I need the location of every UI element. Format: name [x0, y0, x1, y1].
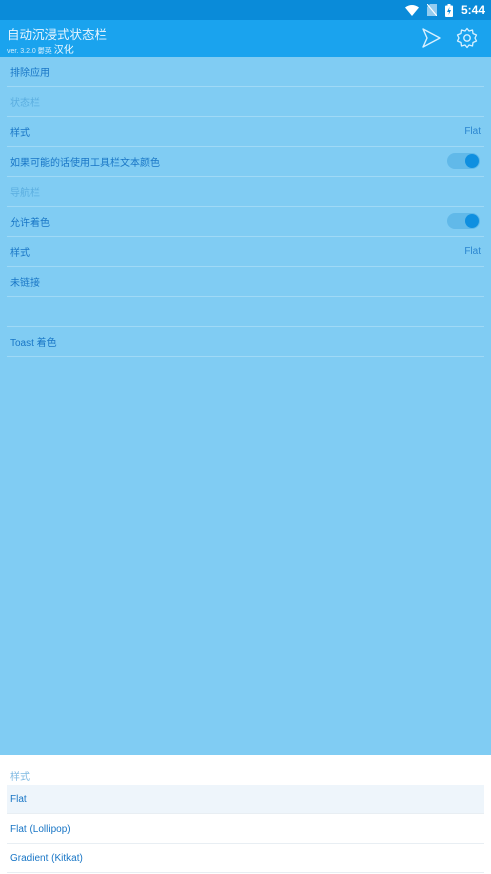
play-icon[interactable]: [419, 26, 443, 50]
allow-tint-toggle[interactable]: [447, 213, 480, 229]
toast-tint-label: Toast 着色: [10, 338, 57, 349]
no-sim-icon: [426, 4, 437, 16]
exclude-apps-label: 排除应用: [10, 68, 50, 79]
option-label: Flat (Lollipop): [10, 823, 71, 835]
allow-tint-item[interactable]: 允许着色: [7, 207, 484, 237]
nav-bar-section-header: 导航栏: [7, 177, 484, 207]
clock: 5:44: [460, 3, 485, 17]
wifi-icon: [404, 4, 419, 16]
gear-icon[interactable]: [455, 26, 479, 50]
style-option-flat[interactable]: Flat: [7, 785, 484, 814]
nav-style-value: Flat: [464, 246, 481, 257]
status-style-value: Flat: [464, 126, 481, 137]
option-label: Gradient (Kitkat): [10, 852, 83, 864]
list-spacer: [7, 297, 484, 327]
battery-icon: [444, 3, 453, 17]
toolbar-text-color-label: 如果可能的话使用工具栏文本颜色: [10, 158, 160, 169]
status-bar-section-header: 状态栏: [7, 87, 484, 117]
status-style-label: 样式: [10, 128, 30, 139]
nav-style-item[interactable]: 样式 Flat: [7, 237, 484, 267]
localization-text: 汉化: [53, 45, 74, 56]
style-option-flat-lollipop[interactable]: Flat (Lollipop): [7, 815, 484, 844]
style-option-gradient-kitkat[interactable]: Gradient (Kitkat): [7, 844, 484, 873]
allow-tint-label: 允许着色: [10, 218, 50, 229]
app-bar: 自动沉浸式状态栏 ver. 3.2.0 鬱英 汉化: [0, 20, 491, 57]
unlinked-label: 未链接: [10, 278, 40, 289]
app-subtitle: ver. 3.2.0 鬱英 汉化: [7, 41, 74, 56]
sheet-title: 样式: [10, 772, 30, 783]
toggle-knob: [465, 214, 479, 228]
unlinked-item[interactable]: 未链接: [7, 267, 484, 297]
toolbar-text-color-toggle[interactable]: [447, 153, 480, 169]
status-style-item[interactable]: 样式 Flat: [7, 117, 484, 147]
version-text: ver. 3.2.0 鬱英: [7, 48, 52, 55]
nav-style-label: 样式: [10, 248, 30, 259]
settings-list: 排除应用 状态栏 样式 Flat 如果可能的话使用工具栏文本颜色 导航栏 允许着…: [0, 57, 491, 357]
toolbar-text-color-item[interactable]: 如果可能的话使用工具栏文本颜色: [7, 147, 484, 177]
toggle-knob: [465, 154, 479, 168]
option-label: Flat: [10, 793, 27, 805]
toast-tint-item[interactable]: Toast 着色: [7, 327, 484, 357]
exclude-apps-item[interactable]: 排除应用: [7, 57, 484, 87]
style-picker-sheet: 样式 Flat Flat (Lollipop) Gradient (Kitkat…: [0, 755, 491, 874]
status-bar: 5:44: [0, 0, 491, 20]
